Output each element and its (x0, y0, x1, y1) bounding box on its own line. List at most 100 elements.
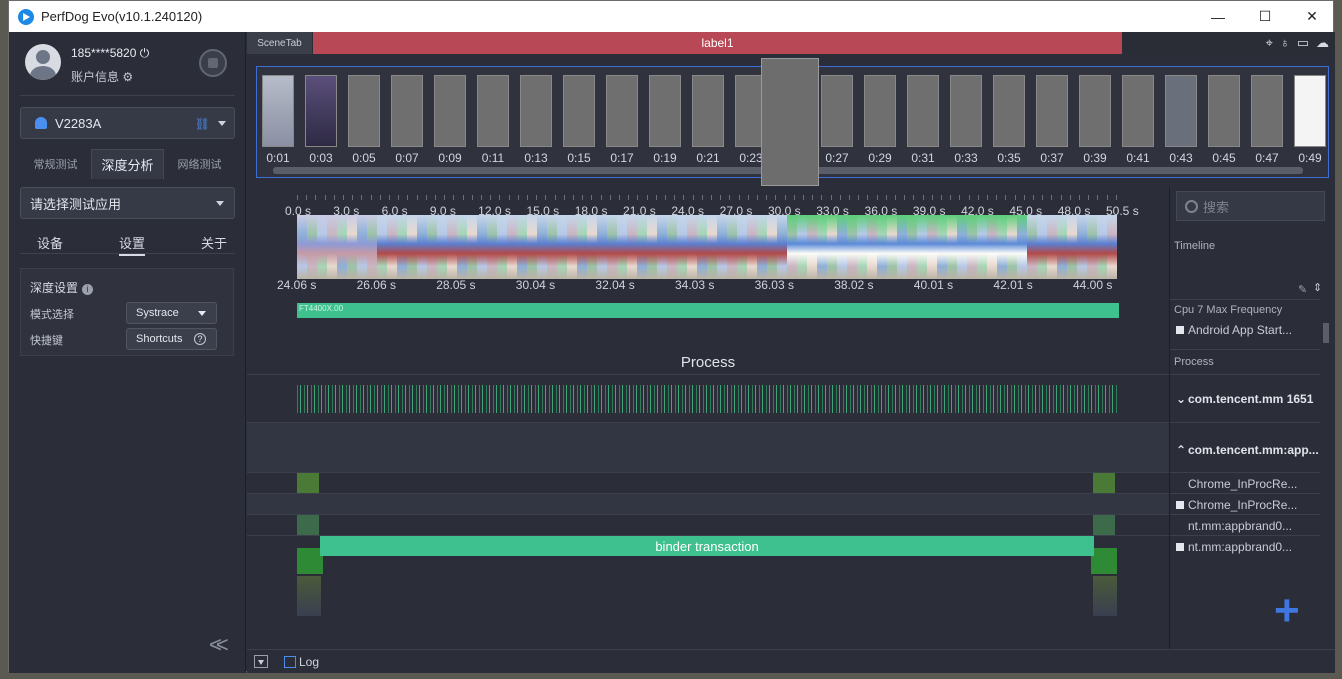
screenshot-thumbnail[interactable] (1122, 75, 1154, 147)
chevron-down-icon[interactable] (218, 121, 226, 126)
pin-icon[interactable]: ✎ (1298, 283, 1307, 296)
thumbnail-time-label: 0:35 (997, 151, 1021, 165)
time-ruler[interactable]: 0.0 s 3.0 s 6.0 s 9.0 s 12.0 s 15.0 s 18.0 s 21… (247, 187, 1169, 218)
expand-icon[interactable] (1176, 326, 1184, 334)
window-title: PerfDog Evo(v10.1.240120) (41, 9, 203, 24)
heatmap-column (437, 215, 447, 279)
screenshot-thumbnail[interactable] (606, 75, 638, 147)
cpu-heatmap[interactable] (297, 215, 1118, 279)
ruler-tick-mark (379, 195, 381, 200)
link-icon[interactable]: ⛓ (195, 117, 210, 131)
ruler-tick-mark (462, 195, 464, 200)
screenshot-thumbnail[interactable] (692, 75, 724, 147)
ruler-tick-mark (444, 195, 446, 200)
cloud-icon[interactable]: ☁ (1316, 35, 1329, 51)
thread-item[interactable]: nt.mm:appbrand0... (1170, 519, 1320, 533)
add-track-button[interactable]: + (1274, 589, 1300, 633)
thumbnail-time-label: 0:03 (309, 151, 333, 165)
ruler-tick-mark (941, 195, 942, 200)
screenshot-thumbnail[interactable] (477, 75, 509, 147)
screenshot-thumbnail[interactable] (993, 75, 1025, 147)
avatar[interactable] (25, 44, 61, 80)
scene-toolbar: ⌖ ♁ ▭ ☁ (1266, 35, 1329, 51)
screenshot-thumbnail[interactable] (649, 75, 681, 147)
app-select-dropdown[interactable]: 请选择测试应用 (20, 187, 235, 219)
help-icon[interactable]: ? (194, 333, 206, 345)
thread-row[interactable] (247, 514, 1169, 535)
screenshot-thumbnail[interactable] (907, 75, 939, 147)
screenshot-thumbnail[interactable] (563, 75, 595, 147)
ruler-tick-mark (747, 195, 749, 200)
screenshot-thumbnail[interactable] (821, 75, 853, 147)
screenshot-thumbnail[interactable] (520, 75, 552, 147)
close-button[interactable]: ✕ (1289, 1, 1335, 32)
ruler-tick-mark (1060, 195, 1062, 200)
screenshot-thumbnail[interactable] (1036, 75, 1068, 147)
maximize-button[interactable]: ☐ (1242, 1, 1288, 32)
thread-row[interactable] (247, 493, 1169, 514)
toggle-panel-button[interactable] (254, 655, 268, 668)
device-selector[interactable]: V2283A ⛓ (20, 107, 235, 139)
search-input[interactable]: 搜索 (1176, 191, 1325, 221)
location-icon[interactable]: ⌖ (1266, 35, 1273, 51)
expand-icon[interactable] (1176, 501, 1184, 509)
shortcuts-button[interactable]: Shortcuts ? (126, 328, 217, 350)
process-item[interactable]: ⌃ com.tencent.mm:app... (1170, 443, 1320, 457)
screenshot-thumbnail[interactable] (1294, 75, 1326, 147)
log-checkbox[interactable] (284, 656, 296, 668)
mode-select[interactable]: Systrace (126, 302, 217, 324)
screenshot-thumbnail[interactable] (434, 75, 466, 147)
pin-icon[interactable]: ♁ (1280, 35, 1290, 51)
android-app-start-track[interactable]: Android App Start... (1170, 323, 1320, 337)
screenshot-thumbnail[interactable] (864, 75, 896, 147)
heatmap-column (1017, 215, 1027, 279)
timeline-area: 0.0 s 3.0 s 6.0 s 9.0 s 12.0 s 15.0 s 18.0 s 21… (247, 187, 1169, 673)
screenshot-thumbnail[interactable] (1251, 75, 1283, 147)
screenshot-thumbnail[interactable] (950, 75, 982, 147)
record-stop-button[interactable] (199, 49, 227, 77)
ruler-tick-mark (637, 195, 639, 200)
power-icon[interactable]: ⏻ (140, 46, 150, 60)
screenshot-thumbnail[interactable] (1165, 75, 1197, 147)
process-row[interactable] (247, 422, 1169, 472)
screenshot-thumbnail[interactable] (1208, 75, 1240, 147)
ruler-tick-mark (1005, 195, 1007, 200)
ruler-tick-mark (1051, 195, 1053, 200)
tab-normal-test[interactable]: 常规测试 (20, 149, 91, 179)
account-info-link[interactable]: 账户信息 ⚙ (71, 68, 133, 85)
scene-tab[interactable]: SceneTab (247, 32, 312, 54)
screenshot-thumbnail[interactable] (305, 75, 337, 147)
cpu-frequency-track[interactable]: Cpu 7 Max Frequency (1174, 304, 1282, 316)
screenshot-thumbnail[interactable] (1079, 75, 1111, 147)
screenshot-thumbnail[interactable] (348, 75, 380, 147)
tab-deep-analysis[interactable]: 深度分析 (91, 149, 164, 179)
thread-item[interactable]: Chrome_InProcRe... (1170, 477, 1320, 491)
heatmap-column (897, 215, 907, 279)
minimize-button[interactable]: — (1195, 1, 1241, 32)
expand-icon[interactable] (1176, 543, 1184, 551)
heatmap-column (777, 215, 787, 279)
thread-slice (297, 515, 319, 535)
track-list-scrollbar[interactable] (1322, 323, 1330, 641)
divider (1170, 535, 1320, 536)
app-start-bar[interactable]: FT4400X.00 (297, 303, 1119, 318)
thread-row[interactable] (247, 472, 1169, 493)
thread-item[interactable]: nt.mm:appbrand0... (1170, 540, 1320, 554)
collapse-sidebar-icon[interactable]: << (209, 632, 229, 658)
ruler-tick-mark (950, 195, 952, 200)
scrollbar-thumb[interactable] (1323, 323, 1329, 343)
screenshot-thumbnail[interactable] (262, 75, 294, 147)
info-icon[interactable]: i (82, 284, 94, 295)
scene-label[interactable]: label1 (313, 32, 1122, 54)
binder-transaction-slice[interactable]: binder transaction (320, 536, 1094, 556)
process-row[interactable] (247, 374, 1169, 422)
process-item[interactable]: ⌄ com.tencent.mm 1651 (1170, 392, 1320, 406)
folder-icon[interactable]: ▭ (1297, 35, 1309, 51)
ruler-tick-mark (545, 195, 547, 200)
screenshot-thumbnail[interactable] (391, 75, 423, 147)
thumbnail-time-label: 0:31 (911, 151, 935, 165)
sort-icon[interactable]: ⇕ (1313, 281, 1322, 294)
tab-network-test[interactable]: 网络测试 (164, 149, 235, 179)
thread-item[interactable]: Chrome_InProcRe... (1170, 498, 1320, 512)
ruler-tick-mark (1088, 195, 1090, 200)
